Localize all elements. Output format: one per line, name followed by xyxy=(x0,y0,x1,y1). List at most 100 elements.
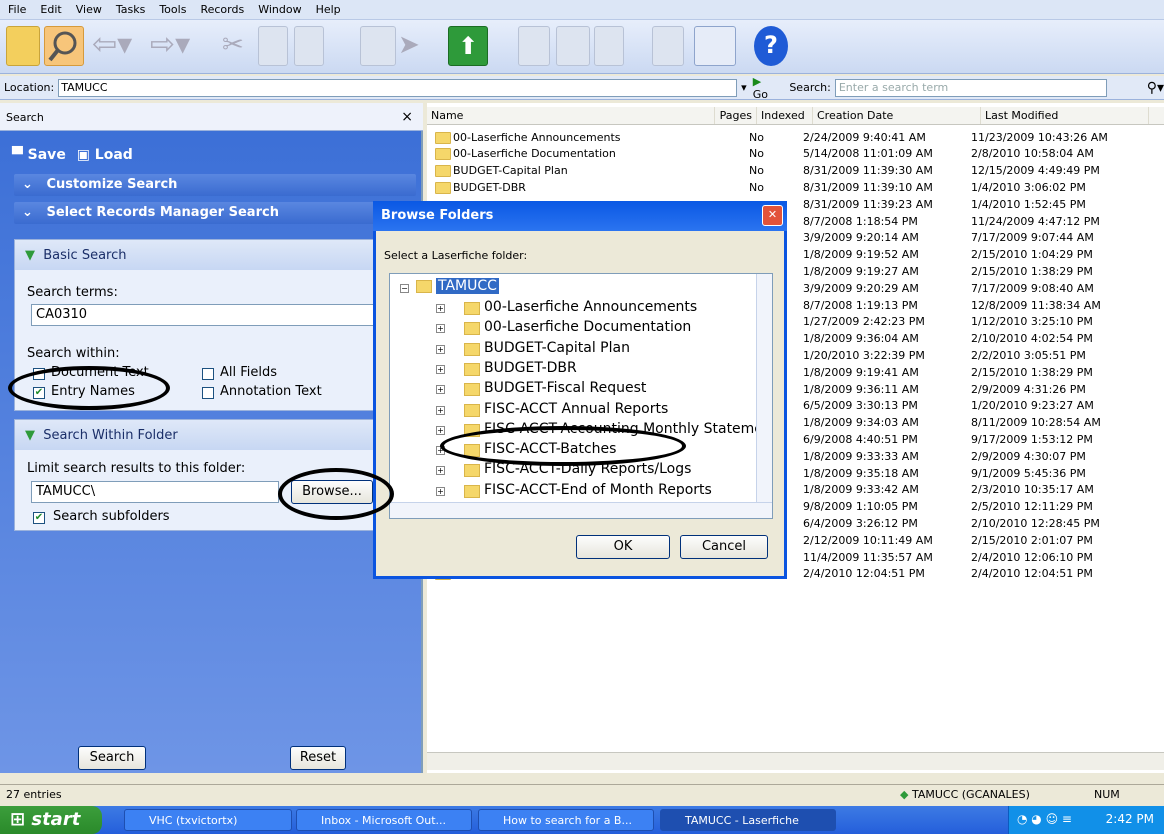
column-pages[interactable]: Pages xyxy=(715,107,757,124)
column-creation-date[interactable]: Creation Date xyxy=(813,107,981,124)
tree-root[interactable]: TAMUCC xyxy=(436,278,499,294)
go-button[interactable]: ▶ Go xyxy=(753,75,778,101)
menu-file[interactable]: File xyxy=(8,3,26,16)
row-created: 3/9/2009 9:20:14 AM xyxy=(803,231,919,245)
cancel-button[interactable]: Cancel xyxy=(680,535,768,559)
tree-horizontal-scrollbar[interactable] xyxy=(390,502,772,518)
menu-help[interactable]: Help xyxy=(316,3,341,16)
expand-icon[interactable]: + xyxy=(436,425,445,435)
basic-search-header[interactable]: ▼ Basic Search xyxy=(15,240,415,270)
folder-path-input[interactable]: TAMUCC\ xyxy=(31,481,279,503)
reset-button[interactable]: Reset xyxy=(290,746,346,770)
folder-search-header[interactable]: ▼ Search Within Folder xyxy=(15,420,415,450)
row-created: 8/31/2009 11:39:30 AM xyxy=(803,164,933,178)
menu-edit[interactable]: Edit xyxy=(40,3,61,16)
send-icon[interactable]: ➤ xyxy=(398,26,428,66)
help-icon[interactable]: ? xyxy=(754,26,788,66)
copy-icon[interactable] xyxy=(258,26,288,66)
task-how-to[interactable]: How to search for a B... xyxy=(478,809,654,831)
customize-search-bar[interactable]: ⌄ Customize Search xyxy=(14,174,416,196)
cut-icon[interactable]: ✂ xyxy=(222,26,252,66)
column-indexed[interactable]: Indexed xyxy=(757,107,813,124)
search-submit-button[interactable]: Search xyxy=(78,746,146,770)
highlight-batches xyxy=(440,426,686,466)
expand-icon[interactable]: + xyxy=(436,466,445,476)
row-created: 8/31/2009 11:39:23 AM xyxy=(803,197,933,211)
table-row[interactable]: BUDGET-Capital Plan No 8/31/2009 11:39:30 … xyxy=(427,163,1139,179)
folder-search-title: Search Within Folder xyxy=(43,428,178,443)
tree-item[interactable]: BUDGET-Fiscal Request xyxy=(484,380,646,396)
dialog-close-icon[interactable]: ✕ xyxy=(762,205,783,226)
menu-tools[interactable]: Tools xyxy=(159,3,186,16)
expand-icon[interactable]: + xyxy=(436,304,445,313)
search-button[interactable] xyxy=(44,26,84,66)
menu-records[interactable]: Records xyxy=(200,3,244,16)
save-button[interactable]: Save xyxy=(28,147,66,163)
tree-item[interactable]: 00-Laserfiche Documentation xyxy=(484,319,691,335)
expand-icon[interactable]: + xyxy=(436,344,445,354)
close-icon[interactable]: × xyxy=(401,109,413,125)
location-input[interactable]: TAMUCC xyxy=(58,78,738,97)
records-manager-bar[interactable]: ⌄ Select Records Manager Search xyxy=(14,202,416,224)
tree-item[interactable]: BUDGET-DBR xyxy=(484,360,577,376)
expand-icon[interactable]: + xyxy=(436,405,445,415)
row-created: 1/8/2009 9:36:04 AM xyxy=(803,332,919,346)
expand-icon[interactable]: + xyxy=(436,364,445,374)
upload-icon[interactable]: ⬆ xyxy=(448,26,488,66)
row-created: 2/24/2009 9:40:41 AM xyxy=(803,130,926,144)
folder-props-icon[interactable] xyxy=(652,26,684,66)
table-row[interactable]: 00-Laserfiche Documentation No 5/14/2008 1… xyxy=(427,146,1139,162)
user-status: ◆ TAMUCC (GCANALES) xyxy=(900,788,1030,801)
all-fields-checkbox[interactable] xyxy=(202,368,214,380)
load-button[interactable]: Load xyxy=(95,147,133,163)
annotation-text-checkbox[interactable] xyxy=(202,387,214,399)
menu-window[interactable]: Window xyxy=(258,3,301,16)
scan-icon[interactable] xyxy=(360,26,396,66)
expand-icon[interactable]: + xyxy=(436,486,445,496)
row-created: 8/31/2009 11:39:10 AM xyxy=(803,180,933,194)
paste-icon[interactable] xyxy=(294,26,324,66)
row-modified: 12/8/2009 11:38:34 AM xyxy=(971,298,1101,312)
forward-button[interactable]: ⇨▾ xyxy=(150,26,196,66)
back-button[interactable]: ⇦▾ xyxy=(92,26,148,66)
task-laserfiche[interactable]: TAMUCC - Laserfiche xyxy=(660,809,836,831)
menu-view[interactable]: View xyxy=(76,3,102,16)
collapse-icon[interactable]: − xyxy=(400,284,409,293)
dropdown-icon[interactable]: ▾ xyxy=(741,81,747,94)
ok-button[interactable]: OK xyxy=(576,535,670,559)
tree-item[interactable]: BUDGET-Capital Plan xyxy=(484,340,630,356)
search-terms-input[interactable]: CA0310 xyxy=(31,304,411,326)
table-row[interactable]: 00-Laserfiche Announcements No 2/24/2009 9… xyxy=(427,129,1139,145)
folder-icon xyxy=(464,383,480,397)
open-folder-button[interactable] xyxy=(6,26,40,66)
tree-item[interactable]: 00-Laserfiche Announcements xyxy=(484,299,697,315)
search-icon[interactable]: ⚲▾ xyxy=(1147,80,1164,96)
expand-icon[interactable]: + xyxy=(436,385,445,395)
tree-vertical-scrollbar[interactable] xyxy=(756,274,772,502)
tree-item[interactable]: FISC-ACCT Annual Reports xyxy=(484,401,668,417)
search-subfolders-checkbox[interactable]: ✔ xyxy=(33,512,45,524)
column-last-modified[interactable]: Last Modified xyxy=(981,107,1149,124)
row-modified: 11/24/2009 4:47:12 PM xyxy=(971,214,1100,228)
menu-tasks[interactable]: Tasks xyxy=(116,3,145,16)
task-vhc[interactable]: VHC (txvictortx) xyxy=(124,809,292,831)
row-created: 1/8/2009 9:35:18 AM xyxy=(803,466,919,480)
table-row[interactable]: BUDGET-DBR No 8/31/2009 11:39:10 AM 1/4/201… xyxy=(427,179,1139,195)
tree-item[interactable]: FISC-ACCT-End of Month Reports xyxy=(484,482,712,498)
horizontal-scrollbar[interactable] xyxy=(427,752,1164,770)
row-created: 1/27/2009 2:42:23 PM xyxy=(803,315,925,329)
expand-icon[interactable]: + xyxy=(436,324,445,334)
settings-icon[interactable] xyxy=(594,26,624,66)
task-inbox[interactable]: Inbox - Microsoft Out... xyxy=(296,809,472,831)
column-name[interactable]: Name xyxy=(427,107,715,124)
view-grid-icon[interactable] xyxy=(694,26,736,66)
row-modified: 1/12/2010 3:25:10 PM xyxy=(971,315,1093,329)
globe-icon[interactable] xyxy=(518,26,550,66)
start-button[interactable]: ⊞ start xyxy=(0,806,102,834)
row-modified: 2/5/2010 12:11:29 PM xyxy=(971,500,1093,514)
row-modified: 9/1/2009 5:45:36 PM xyxy=(971,466,1086,480)
list-header: Name Pages Indexed Creation Date Last Mo… xyxy=(427,107,1164,125)
field-icon[interactable] xyxy=(556,26,590,66)
tray-icons[interactable]: ◔ ◕ ☺ ≡ xyxy=(1017,812,1072,826)
search-input[interactable]: Enter a search term xyxy=(834,78,1107,97)
